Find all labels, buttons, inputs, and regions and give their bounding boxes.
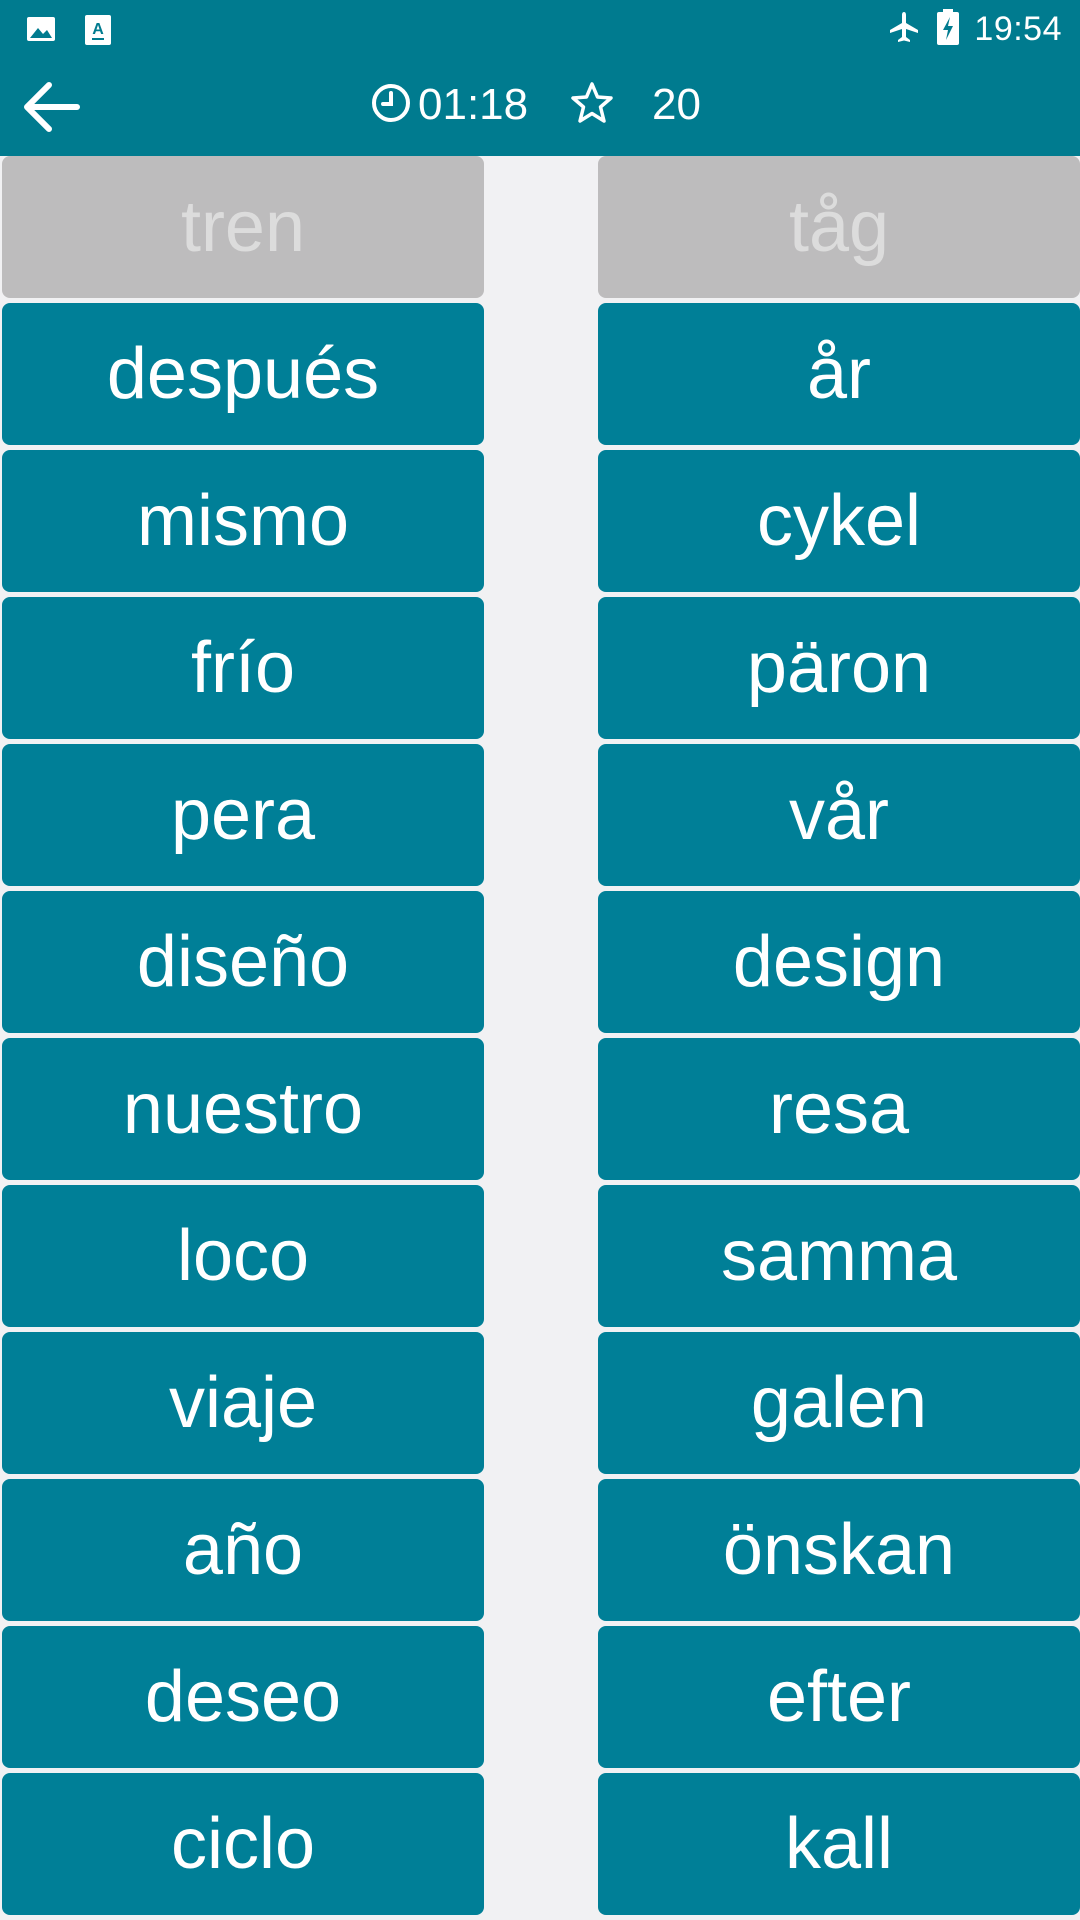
word-label: kall (784, 1804, 894, 1884)
spanish-word-tile[interactable]: frío (2, 597, 484, 739)
translate-app-icon: A (84, 14, 112, 51)
word-label: nuestro (122, 1069, 364, 1149)
swedish-word-tile[interactable]: päron (598, 597, 1080, 739)
status-bar: A 19:54 (0, 0, 1080, 58)
app-header: A 19:54 01:18 20 (0, 0, 1080, 156)
spanish-word-tile[interactable]: pera (2, 744, 484, 886)
word-label: tren (180, 187, 306, 267)
score: 20 (570, 80, 701, 130)
word-label: resa (768, 1069, 910, 1149)
spanish-word-tile[interactable]: mismo (2, 450, 484, 592)
timer-text: 01:18 (418, 80, 529, 129)
svg-text:A: A (92, 21, 104, 38)
swedish-word-tile[interactable]: resa (598, 1038, 1080, 1180)
word-label: diseño (136, 922, 350, 1002)
spanish-word-tile[interactable]: después (2, 303, 484, 445)
word-label: frío (190, 628, 296, 708)
swedish-word-tile[interactable]: önskan (598, 1479, 1080, 1621)
spanish-word-tile[interactable]: deseo (2, 1626, 484, 1768)
battery-charging-icon (936, 8, 960, 51)
word-label: efter (766, 1657, 912, 1737)
spanish-word-tile: tren (2, 156, 484, 298)
word-label: pera (170, 775, 316, 855)
word-label: design (732, 922, 946, 1002)
swedish-word-tile[interactable]: år (598, 303, 1080, 445)
word-label: deseo (144, 1657, 342, 1737)
match-board: tren después mismo frío pera diseño nuestro loc… (0, 156, 1080, 1920)
word-label: loco (176, 1216, 310, 1296)
star-icon (570, 81, 614, 130)
status-time: 19:54 (974, 10, 1062, 48)
spanish-word-tile[interactable]: viaje (2, 1332, 484, 1474)
word-label: tåg (788, 187, 890, 267)
word-label: galen (750, 1363, 928, 1443)
spanish-word-tile[interactable]: loco (2, 1185, 484, 1327)
swedish-word-tile: tåg (598, 156, 1080, 298)
toolbar: 01:18 20 (0, 58, 1080, 156)
spanish-word-tile[interactable]: ciclo (2, 1773, 484, 1915)
airplane-mode-icon (886, 9, 922, 50)
clock-icon (370, 82, 412, 129)
score-text: 20 (652, 80, 701, 129)
swedish-word-tile[interactable]: design (598, 891, 1080, 1033)
spanish-word-tile[interactable]: diseño (2, 891, 484, 1033)
word-label: ciclo (170, 1804, 316, 1884)
word-label: önskan (722, 1510, 956, 1590)
word-label: viaje (168, 1363, 318, 1443)
timer: 01:18 (370, 80, 528, 130)
word-label: päron (746, 628, 932, 708)
word-label: mismo (137, 481, 349, 561)
word-label: vår (788, 775, 890, 855)
word-label: cykel (756, 481, 922, 561)
word-label: año (182, 1510, 304, 1590)
spanish-word-tile[interactable]: nuestro (2, 1038, 484, 1180)
swedish-word-tile[interactable]: kall (598, 1773, 1080, 1915)
swedish-word-tile[interactable]: cykel (598, 450, 1080, 592)
image-icon (26, 14, 56, 51)
word-label: samma (720, 1216, 958, 1296)
back-button[interactable] (20, 78, 82, 140)
swedish-word-tile[interactable]: samma (598, 1185, 1080, 1327)
swedish-word-tile[interactable]: vår (598, 744, 1080, 886)
word-label: después (106, 334, 380, 414)
swedish-word-tile[interactable]: efter (598, 1626, 1080, 1768)
back-arrow-icon (21, 81, 81, 138)
word-label: år (806, 334, 872, 414)
spanish-word-tile[interactable]: año (2, 1479, 484, 1621)
swedish-word-tile[interactable]: galen (598, 1332, 1080, 1474)
